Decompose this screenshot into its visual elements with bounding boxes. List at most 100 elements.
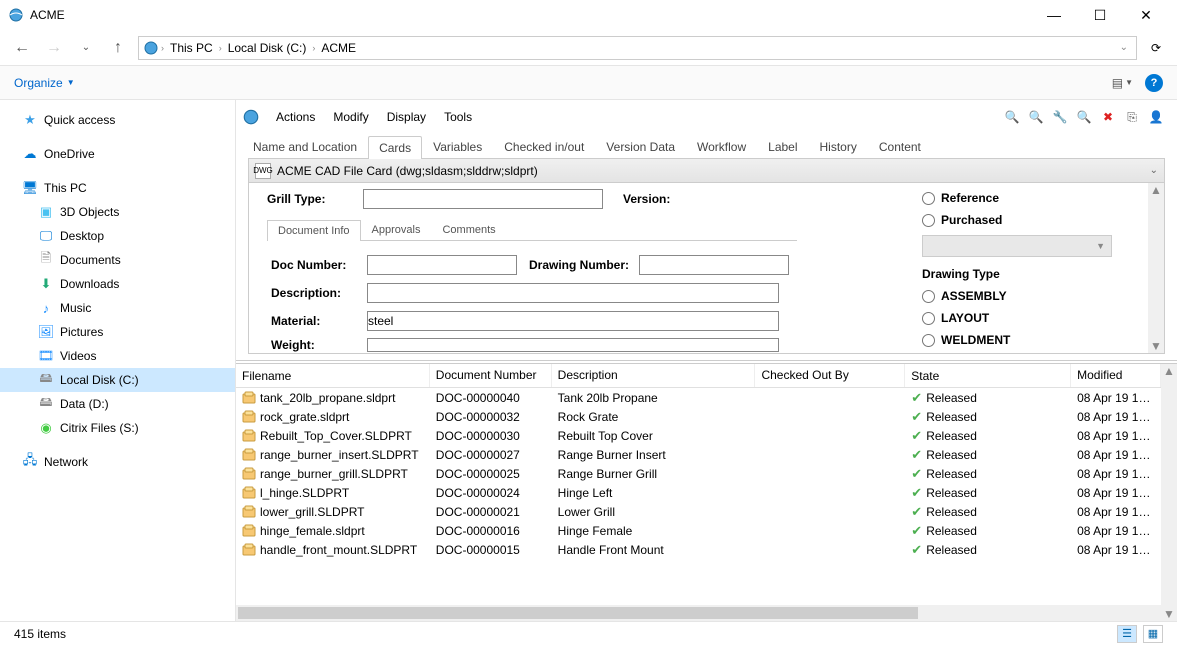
toolbar-user-icon[interactable]: 👤 [1147, 108, 1165, 126]
weldment-label: WELDMENT [941, 333, 1010, 347]
tree-downloads[interactable]: ⬇Downloads [0, 272, 235, 296]
icons-view-button[interactable]: ▦ [1143, 625, 1163, 643]
file-row[interactable]: tank_20lb_propane.sldprtDOC-00000040Tank… [236, 388, 1161, 407]
menu-display[interactable]: Display [379, 108, 434, 126]
recent-dropdown[interactable]: ⌄ [74, 36, 98, 60]
column-description[interactable]: Description [552, 364, 756, 387]
tree-local-disk-c[interactable]: 🖴Local Disk (C:) [0, 368, 235, 392]
search-tabs: Name and Location Cards Variables Checke… [242, 132, 1171, 158]
back-button[interactable]: ← [10, 36, 34, 60]
drawing-number-label: Drawing Number: [529, 258, 639, 272]
card-scrollbar[interactable]: ▲▼ [1148, 183, 1164, 353]
toolbar-delete-icon[interactable]: ✖ [1099, 108, 1117, 126]
description-input[interactable] [367, 283, 779, 303]
tab-content[interactable]: Content [868, 135, 932, 158]
menu-tools[interactable]: Tools [436, 108, 480, 126]
tab-variables[interactable]: Variables [422, 135, 493, 158]
app-icon [242, 108, 260, 126]
solidworks-part-icon [242, 429, 256, 443]
tree-network[interactable]: 🖧Network [0, 450, 235, 474]
subtab-comments[interactable]: Comments [431, 219, 506, 240]
drawing-number-input[interactable] [639, 255, 789, 275]
tree-this-pc[interactable]: 🖥This PC [0, 176, 235, 200]
horizontal-scrollbar[interactable] [236, 605, 1161, 621]
minimize-button[interactable]: — [1031, 0, 1077, 30]
close-button[interactable]: ✕ [1123, 0, 1169, 30]
menu-actions[interactable]: Actions [268, 108, 323, 126]
column-checked-out[interactable]: Checked Out By [755, 364, 905, 387]
column-state[interactable]: State [905, 364, 1071, 387]
column-modified[interactable]: Modified [1071, 364, 1161, 387]
card-title: ACME CAD File Card (dwg;sldasm;slddrw;sl… [277, 164, 538, 178]
toolbar-search-icon[interactable]: 🔍 [1003, 108, 1021, 126]
tree-documents[interactable]: 🗎Documents [0, 248, 235, 272]
file-row[interactable]: lower_grill.SLDPRTDOC-00000021Lower Gril… [236, 502, 1161, 521]
tree-data-d[interactable]: 🖴Data (D:) [0, 392, 235, 416]
chevron-down-icon[interactable]: ⌄ [1120, 42, 1132, 53]
forward-button[interactable]: → [42, 36, 66, 60]
breadcrumb-root[interactable]: This PC [166, 41, 217, 55]
tab-workflow[interactable]: Workflow [686, 135, 757, 158]
chevron-down-icon[interactable]: ⌄ [1150, 165, 1158, 176]
star-icon: ★ [22, 112, 38, 128]
tab-version-data[interactable]: Version Data [595, 135, 686, 158]
assembly-radio[interactable] [922, 290, 935, 303]
tab-checked-in-out[interactable]: Checked in/out [493, 135, 595, 158]
tab-cards[interactable]: Cards [368, 136, 422, 159]
file-row[interactable]: range_burner_grill.SLDPRTDOC-00000025Ran… [236, 464, 1161, 483]
up-button[interactable]: ↑ [106, 36, 130, 60]
menu-modify[interactable]: Modify [325, 108, 376, 126]
grill-type-input[interactable] [363, 189, 603, 209]
weight-input[interactable] [367, 338, 779, 352]
tree-desktop[interactable]: 🖵Desktop [0, 224, 235, 248]
tree-videos[interactable]: 🎞Videos [0, 344, 235, 368]
toolbar-tool-icon[interactable]: 🔧 [1051, 108, 1069, 126]
solidworks-part-icon [242, 391, 256, 405]
tree-citrix-s[interactable]: ◉Citrix Files (S:) [0, 416, 235, 440]
file-row[interactable]: hinge_female.sldprtDOC-00000016Hinge Fem… [236, 521, 1161, 540]
file-row[interactable]: Rebuilt_Top_Cover.SLDPRTDOC-00000030Rebu… [236, 426, 1161, 445]
file-row[interactable]: rock_grate.sldprtDOC-00000032Rock Grate✔… [236, 407, 1161, 426]
subtab-approvals[interactable]: Approvals [361, 219, 432, 240]
tree-pictures[interactable]: 🖼Pictures [0, 320, 235, 344]
refresh-button[interactable]: ⟳ [1145, 37, 1167, 59]
reference-radio[interactable] [922, 192, 935, 205]
doc-number-input[interactable] [367, 255, 517, 275]
toolbar-search-favorites-icon[interactable]: 🔍 [1027, 108, 1045, 126]
material-input[interactable] [367, 311, 779, 331]
breadcrumb-drive[interactable]: Local Disk (C:) [224, 41, 311, 55]
toolbar-open-search-icon[interactable]: ⎘ [1123, 108, 1141, 126]
help-icon[interactable]: ? [1145, 74, 1163, 92]
details-view-button[interactable]: ☰ [1117, 625, 1137, 643]
weight-label: Weight: [271, 338, 367, 352]
tab-name-location[interactable]: Name and Location [242, 135, 368, 158]
check-icon: ✔ [911, 447, 922, 463]
view-options-button[interactable]: ▤▼ [1112, 76, 1133, 90]
file-row[interactable]: l_hinge.SLDPRTDOC-00000024Hinge Left✔Rel… [236, 483, 1161, 502]
toolbar-cancel-search-icon[interactable]: 🔍 [1075, 108, 1093, 126]
organize-menu[interactable]: Organize▼ [14, 76, 75, 90]
tree-quick-access[interactable]: ★Quick access [0, 108, 235, 132]
card-header[interactable]: DWG ACME CAD File Card (dwg;sldasm;slddr… [249, 159, 1164, 183]
purchased-select[interactable]: ▼ [922, 235, 1112, 257]
tree-music[interactable]: ♪Music [0, 296, 235, 320]
tab-history[interactable]: History [809, 135, 868, 158]
sidebar-tree: ★Quick access ☁OneDrive 🖥This PC ▣3D Obj… [0, 100, 236, 621]
vertical-scrollbar[interactable]: ▲▼ [1161, 364, 1177, 621]
layout-radio[interactable] [922, 312, 935, 325]
maximize-button[interactable]: ☐ [1077, 0, 1123, 30]
subtab-document-info[interactable]: Document Info [267, 220, 361, 241]
tree-3d-objects[interactable]: ▣3D Objects [0, 200, 235, 224]
column-filename[interactable]: Filename [236, 364, 430, 387]
cube-icon: ▣ [38, 204, 54, 220]
purchased-radio[interactable] [922, 214, 935, 227]
breadcrumb[interactable]: › This PC › Local Disk (C:) › ACME ⌄ [138, 36, 1137, 60]
tab-label[interactable]: Label [757, 135, 808, 158]
file-row[interactable]: range_burner_insert.SLDPRTDOC-00000027Ra… [236, 445, 1161, 464]
breadcrumb-folder[interactable]: ACME [317, 41, 360, 55]
weldment-radio[interactable] [922, 334, 935, 347]
check-icon: ✔ [911, 504, 922, 520]
file-row[interactable]: handle_front_mount.SLDPRTDOC-00000015Han… [236, 540, 1161, 559]
column-docnum[interactable]: Document Number [430, 364, 552, 387]
tree-onedrive[interactable]: ☁OneDrive [0, 142, 235, 166]
